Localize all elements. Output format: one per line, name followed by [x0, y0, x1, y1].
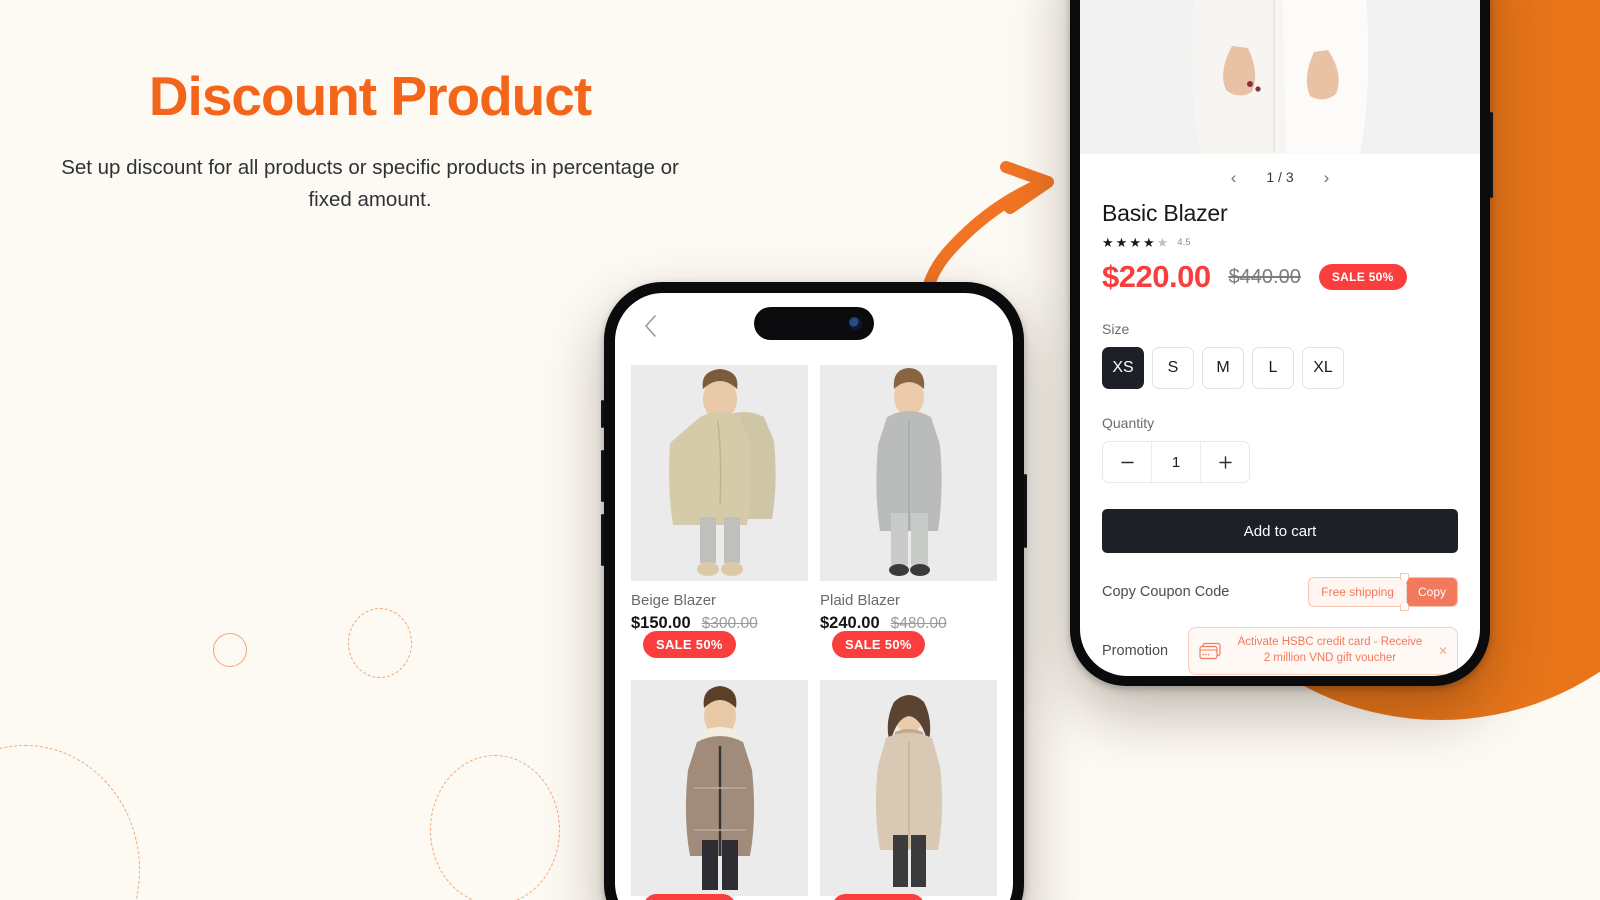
coupon-code-text: Free shipping	[1321, 585, 1394, 599]
model-illustration-plaid-coat	[875, 368, 942, 576]
quantity-stepper: 1	[1102, 441, 1250, 483]
product-image	[820, 680, 997, 896]
product-image	[631, 365, 808, 581]
model-illustration-camel-coat	[875, 695, 942, 887]
page-subtitle: Set up discount for all products or spec…	[61, 155, 679, 211]
sale-badge: SALE 50%	[643, 631, 736, 658]
product-image	[820, 365, 997, 581]
coupon-copy-button[interactable]: Copy	[1406, 578, 1457, 606]
size-option-m[interactable]: M	[1202, 347, 1244, 389]
front-camera-icon	[848, 316, 863, 331]
pager-next-button[interactable]: ›	[1324, 169, 1330, 186]
size-option-xl[interactable]: XL	[1302, 347, 1344, 389]
product-image	[631, 680, 808, 896]
size-options: XS S M L XL	[1102, 347, 1458, 389]
ticket-notch-bottom	[1400, 602, 1410, 611]
phone-button-mute[interactable]	[601, 400, 604, 428]
quantity-label: Quantity	[1102, 415, 1155, 431]
chevron-left-icon	[644, 315, 656, 337]
decorative-circle-dashed-small	[348, 608, 412, 678]
coupon-ticket: Free shipping Copy	[1308, 573, 1458, 611]
size-option-l[interactable]: L	[1252, 347, 1294, 389]
size-option-xs[interactable]: XS	[1102, 347, 1144, 389]
sale-badge: SALE 50%	[832, 631, 925, 658]
product-card[interactable]: SALE 50%	[820, 680, 997, 900]
product-grid: SALE 50% Beige Blazer $150.00 $300.00 SA…	[615, 365, 1013, 900]
sale-badge: SALE 50%	[643, 894, 736, 900]
rating-row: ★ ★ ★ ★ ★ 4.5	[1102, 236, 1458, 249]
product-card[interactable]: SALE 50%	[631, 680, 808, 900]
minus-icon	[1120, 461, 1134, 463]
coupon-row: Copy Coupon Code Free shipping Copy	[1102, 573, 1458, 611]
star-icon-empty: ★	[1156, 235, 1169, 250]
sale-price: $220.00	[1102, 259, 1211, 294]
original-price: $440.00	[1228, 265, 1301, 288]
phone-button-power[interactable]	[1024, 474, 1027, 548]
phone-button-volume-down[interactable]	[601, 514, 604, 566]
model-illustration-white-blazer	[1191, 0, 1369, 154]
quantity-increase-button[interactable]	[1201, 442, 1249, 482]
phone-left-screen: SALE 50% Beige Blazer $150.00 $300.00 SA…	[615, 293, 1013, 900]
sale-badge: SALE 50%	[1318, 264, 1407, 290]
product-detail-body: Basic Blazer ★ ★ ★ ★ ★ 4.5 $220.00 $440.…	[1080, 200, 1480, 675]
promotion-text: Activate HSBC credit card - Receive 2 mi…	[1237, 636, 1423, 664]
promotion-close-button[interactable]: ✕	[1436, 644, 1448, 658]
decorative-circle-solid	[213, 633, 247, 667]
promotion-label: Promotion	[1102, 642, 1169, 659]
size-label: Size	[1102, 321, 1130, 337]
back-button[interactable]	[637, 313, 663, 339]
star-icon-filled: ★	[1115, 235, 1128, 250]
quantity-decrease-button[interactable]	[1103, 442, 1151, 482]
price-row: $220.00 $440.00 SALE 50%	[1102, 259, 1458, 295]
add-to-cart-button[interactable]: Add to cart	[1102, 509, 1458, 553]
phone-button-power[interactable]	[1490, 112, 1493, 198]
model-illustration-brown-coat	[685, 686, 754, 890]
product-name: Plaid Blazer	[820, 592, 901, 609]
star-icon-filled: ★	[1142, 235, 1155, 250]
product-hero-image[interactable]	[1080, 0, 1480, 154]
promotion-banner[interactable]: Activate HSBC credit card - Receive 2 mi…	[1188, 627, 1458, 675]
decorative-circle-dashed-medium	[430, 755, 560, 900]
phone-product-detail: ‹ 1 / 3 › Basic Blazer ★ ★ ★ ★ ★ 4.5 $22…	[1070, 0, 1493, 686]
dynamic-island	[754, 307, 874, 340]
page-title: Discount Product	[148, 65, 592, 127]
promotion-row: Promotion Activate HSBC credit card - Re…	[1102, 627, 1458, 675]
star-icon-filled: ★	[1102, 235, 1114, 250]
pager-prev-button[interactable]: ‹	[1231, 169, 1237, 186]
product-card[interactable]: SALE 50% Beige Blazer $150.00 $300.00	[631, 365, 808, 668]
image-pager: ‹ 1 / 3 ›	[1080, 154, 1480, 200]
phone-product-list: SALE 50% Beige Blazer $150.00 $300.00 SA…	[601, 282, 1027, 900]
product-title: Basic Blazer	[1102, 200, 1228, 226]
rating-value: 4.5	[1177, 237, 1191, 248]
plus-icon	[1218, 455, 1232, 469]
decorative-circle-dashed-large	[0, 745, 140, 900]
product-detail-scroll[interactable]: ‹ 1 / 3 › Basic Blazer ★ ★ ★ ★ ★ 4.5 $22…	[1080, 0, 1480, 676]
pager-label: 1 / 3	[1266, 169, 1294, 185]
coupon-label: Copy Coupon Code	[1102, 584, 1230, 600]
quantity-value[interactable]: 1	[1151, 442, 1201, 482]
product-card[interactable]: SALE 50% Plaid Blazer $240.00 $480.00	[820, 365, 997, 668]
size-option-s[interactable]: S	[1152, 347, 1194, 389]
phone-right-screen: ‹ 1 / 3 › Basic Blazer ★ ★ ★ ★ ★ 4.5 $22…	[1080, 0, 1480, 676]
product-name: Beige Blazer	[631, 592, 717, 609]
hero-text-block: Discount Product Set up discount for all…	[0, 65, 740, 215]
credit-card-icon	[1199, 642, 1221, 659]
star-icon-filled: ★	[1129, 235, 1141, 250]
sale-badge: SALE 50%	[832, 894, 925, 900]
phone-button-volume-up[interactable]	[601, 450, 604, 502]
model-illustration-beige-coat	[668, 369, 776, 576]
